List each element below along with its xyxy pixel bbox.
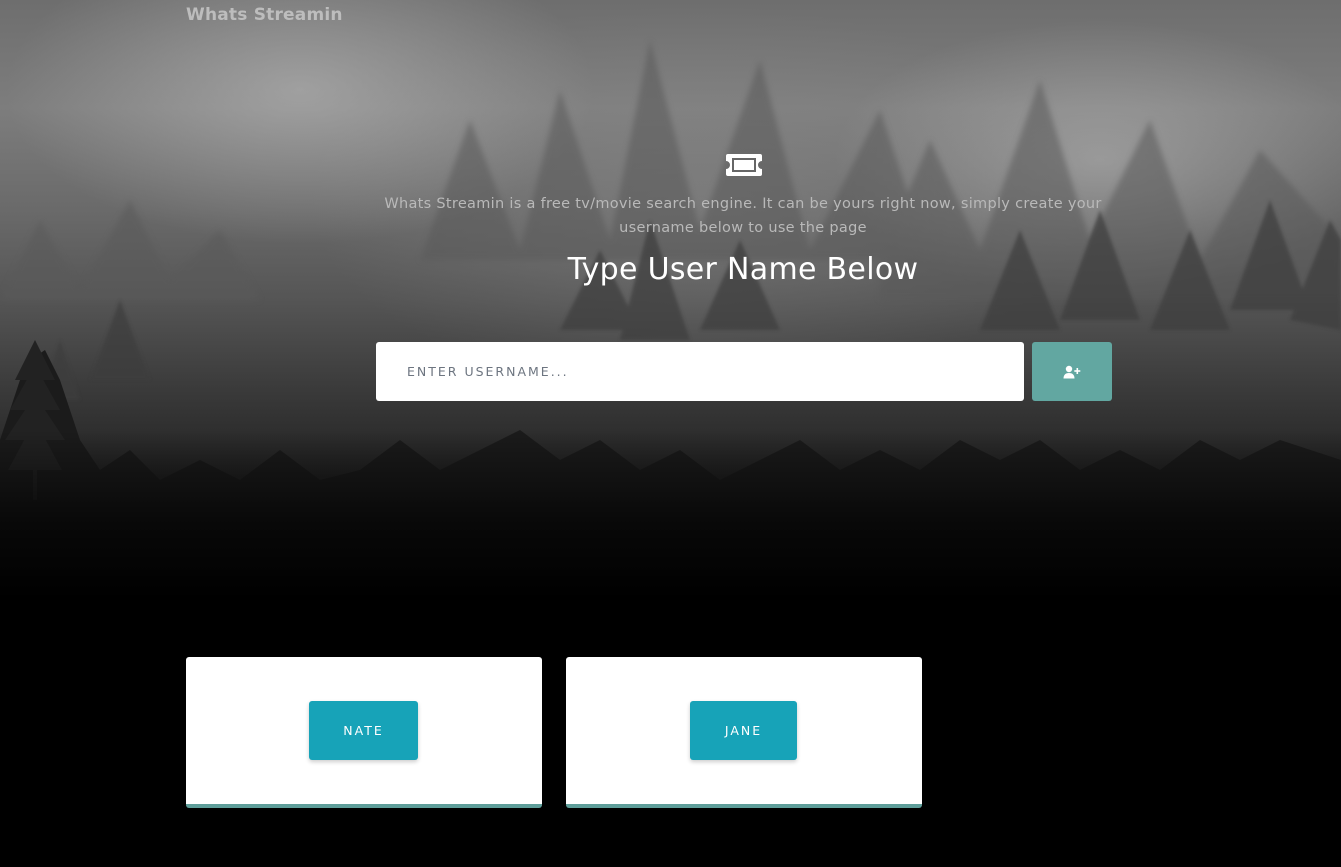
tagline-text: Whats Streamin is a free tv/movie search…	[384, 196, 1102, 236]
username-input[interactable]	[376, 342, 1024, 401]
user-card: NATE	[186, 657, 542, 808]
user-button-nate[interactable]: NATE	[309, 701, 418, 760]
hero-fade	[0, 430, 1341, 600]
brand-title[interactable]: Whats Streamin	[186, 5, 343, 25]
user-card: JANE	[566, 657, 922, 808]
page: Whats Streamin Whats Streamin is a free …	[0, 0, 1341, 867]
user-button-jane[interactable]: JANE	[690, 701, 797, 760]
add-user-button[interactable]	[1032, 342, 1112, 401]
add-user-icon	[1063, 365, 1081, 378]
hero-section	[0, 0, 1341, 600]
page-headline: Type User Name Below	[567, 252, 919, 287]
ticket-icon	[726, 154, 762, 176]
